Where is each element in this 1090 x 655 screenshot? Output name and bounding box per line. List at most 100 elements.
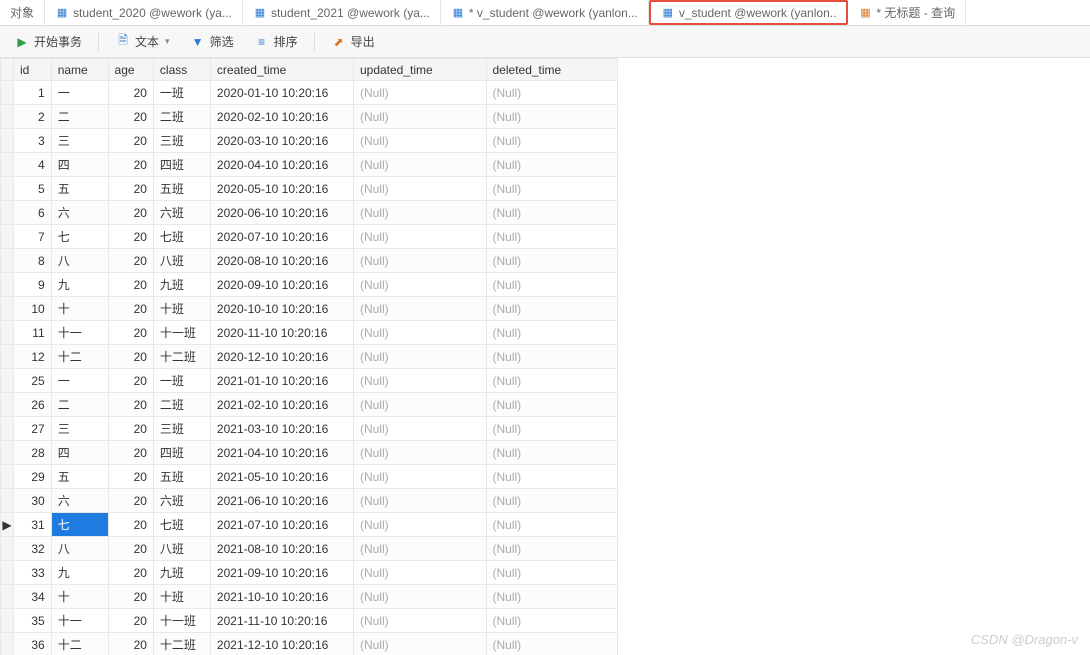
- column-header-updated_time[interactable]: updated_time: [353, 59, 486, 81]
- row-marker[interactable]: [1, 489, 14, 513]
- row-marker[interactable]: ▶: [1, 513, 14, 537]
- cell[interactable]: 25: [13, 369, 51, 393]
- cell[interactable]: 十一班: [153, 321, 210, 345]
- cell[interactable]: (Null): [486, 513, 618, 537]
- cell[interactable]: (Null): [353, 369, 486, 393]
- cell[interactable]: (Null): [486, 129, 618, 153]
- data-grid[interactable]: idnameageclasscreated_timeupdated_timede…: [0, 58, 1090, 655]
- cell[interactable]: 8: [13, 249, 51, 273]
- cell[interactable]: (Null): [353, 441, 486, 465]
- cell[interactable]: 十一班: [153, 609, 210, 633]
- row-marker[interactable]: [1, 297, 14, 321]
- cell[interactable]: (Null): [486, 345, 618, 369]
- cell[interactable]: (Null): [486, 201, 618, 225]
- cell[interactable]: 20: [108, 273, 153, 297]
- table-row[interactable]: 8八20八班2020-08-10 10:20:16(Null)(Null): [1, 249, 618, 273]
- row-marker[interactable]: [1, 417, 14, 441]
- cell[interactable]: 2021-03-10 10:20:16: [210, 417, 353, 441]
- cell[interactable]: (Null): [353, 465, 486, 489]
- cell[interactable]: 四: [51, 441, 108, 465]
- cell[interactable]: 20: [108, 441, 153, 465]
- table-row[interactable]: 30六20六班2021-06-10 10:20:16(Null)(Null): [1, 489, 618, 513]
- cell[interactable]: (Null): [486, 465, 618, 489]
- cell[interactable]: (Null): [486, 609, 618, 633]
- tab-4[interactable]: ▦v_student @wework (yanlon..: [649, 0, 849, 25]
- cell[interactable]: 十一: [51, 609, 108, 633]
- cell[interactable]: (Null): [353, 345, 486, 369]
- cell[interactable]: (Null): [353, 585, 486, 609]
- row-marker[interactable]: [1, 81, 14, 105]
- cell[interactable]: 2021-04-10 10:20:16: [210, 441, 353, 465]
- row-marker[interactable]: [1, 177, 14, 201]
- table-row[interactable]: 1一20一班2020-01-10 10:20:16(Null)(Null): [1, 81, 618, 105]
- cell[interactable]: 9: [13, 273, 51, 297]
- cell[interactable]: 2021-01-10 10:20:16: [210, 369, 353, 393]
- cell[interactable]: 一班: [153, 369, 210, 393]
- cell[interactable]: 20: [108, 201, 153, 225]
- cell[interactable]: 36: [13, 633, 51, 655]
- table-row[interactable]: 27三20三班2021-03-10 10:20:16(Null)(Null): [1, 417, 618, 441]
- row-marker[interactable]: [1, 153, 14, 177]
- cell[interactable]: 十: [51, 585, 108, 609]
- cell[interactable]: 32: [13, 537, 51, 561]
- cell[interactable]: 1: [13, 81, 51, 105]
- cell[interactable]: 三: [51, 417, 108, 441]
- cell[interactable]: 31: [13, 513, 51, 537]
- cell[interactable]: 26: [13, 393, 51, 417]
- cell[interactable]: (Null): [486, 153, 618, 177]
- cell[interactable]: (Null): [353, 81, 486, 105]
- tab-3[interactable]: ▦* v_student @wework (yanlon...: [441, 0, 649, 25]
- row-marker[interactable]: [1, 129, 14, 153]
- cell[interactable]: (Null): [486, 225, 618, 249]
- cell[interactable]: 二: [51, 105, 108, 129]
- cell[interactable]: 20: [108, 393, 153, 417]
- export-button[interactable]: ⬈ 导出: [327, 31, 379, 52]
- table-row[interactable]: 28四20四班2021-04-10 10:20:16(Null)(Null): [1, 441, 618, 465]
- table-row[interactable]: 29五20五班2021-05-10 10:20:16(Null)(Null): [1, 465, 618, 489]
- cell[interactable]: 30: [13, 489, 51, 513]
- cell[interactable]: 一: [51, 81, 108, 105]
- tab-2[interactable]: ▦student_2021 @wework (ya...: [243, 0, 441, 25]
- cell[interactable]: 六班: [153, 201, 210, 225]
- cell[interactable]: 八班: [153, 249, 210, 273]
- cell[interactable]: 七: [51, 513, 108, 537]
- cell[interactable]: (Null): [486, 249, 618, 273]
- cell[interactable]: 七: [51, 225, 108, 249]
- cell[interactable]: 十: [51, 297, 108, 321]
- cell[interactable]: (Null): [486, 537, 618, 561]
- cell[interactable]: 五: [51, 465, 108, 489]
- cell[interactable]: (Null): [486, 417, 618, 441]
- cell[interactable]: (Null): [353, 129, 486, 153]
- cell[interactable]: (Null): [353, 225, 486, 249]
- sort-button[interactable]: ≡ 排序: [250, 31, 302, 52]
- cell[interactable]: 七班: [153, 513, 210, 537]
- table-row[interactable]: 34十20十班2021-10-10 10:20:16(Null)(Null): [1, 585, 618, 609]
- row-marker[interactable]: [1, 609, 14, 633]
- cell[interactable]: 一: [51, 369, 108, 393]
- row-marker[interactable]: [1, 369, 14, 393]
- table-row[interactable]: 9九20九班2020-09-10 10:20:16(Null)(Null): [1, 273, 618, 297]
- cell[interactable]: 五: [51, 177, 108, 201]
- cell[interactable]: 六: [51, 489, 108, 513]
- cell[interactable]: (Null): [353, 273, 486, 297]
- cell[interactable]: 八班: [153, 537, 210, 561]
- cell[interactable]: 20: [108, 585, 153, 609]
- row-marker[interactable]: [1, 345, 14, 369]
- row-marker[interactable]: [1, 441, 14, 465]
- table-row[interactable]: 3三20三班2020-03-10 10:20:16(Null)(Null): [1, 129, 618, 153]
- cell[interactable]: (Null): [353, 153, 486, 177]
- cell[interactable]: 34: [13, 585, 51, 609]
- table-row[interactable]: 6六20六班2020-06-10 10:20:16(Null)(Null): [1, 201, 618, 225]
- cell[interactable]: 2020-09-10 10:20:16: [210, 273, 353, 297]
- cell[interactable]: 20: [108, 321, 153, 345]
- cell[interactable]: 一班: [153, 81, 210, 105]
- cell[interactable]: 九班: [153, 561, 210, 585]
- cell[interactable]: (Null): [353, 177, 486, 201]
- cell[interactable]: (Null): [353, 201, 486, 225]
- table-row[interactable]: 25一20一班2021-01-10 10:20:16(Null)(Null): [1, 369, 618, 393]
- cell[interactable]: (Null): [353, 537, 486, 561]
- cell[interactable]: (Null): [486, 321, 618, 345]
- cell[interactable]: 十班: [153, 297, 210, 321]
- table-row[interactable]: ▶31七20七班2021-07-10 10:20:16(Null)(Null): [1, 513, 618, 537]
- cell[interactable]: (Null): [353, 633, 486, 655]
